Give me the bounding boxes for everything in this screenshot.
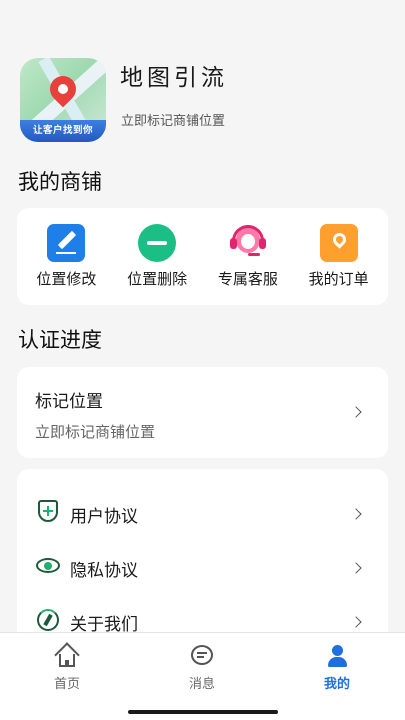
mark-location-subtitle: 立即标记商铺位置 — [35, 423, 156, 441]
edit-location-button[interactable]: 位置修改 — [23, 208, 109, 305]
tab-home[interactable]: 首页 — [32, 642, 102, 692]
user-agreement-row[interactable]: 用户协议 — [17, 469, 388, 527]
user-icon — [325, 645, 349, 667]
chevron-right-icon — [350, 406, 362, 418]
tab-me[interactable]: 我的 — [302, 645, 372, 692]
app-logo: 让客户找到你 — [20, 58, 106, 142]
certification-section-title: 认证进度 — [18, 328, 102, 352]
about-us-row[interactable]: 关于我们 — [17, 577, 388, 635]
delete-location-button[interactable]: 位置删除 — [114, 208, 200, 305]
my-orders-button[interactable]: 我的订单 — [296, 208, 382, 305]
settings-list: 用户协议 隐私协议 关于我们 — [17, 469, 388, 649]
mark-location-row[interactable]: 标记位置 立即标记商铺位置 — [17, 367, 388, 458]
compass-icon — [36, 608, 60, 632]
shop-section-title: 我的商铺 — [18, 170, 102, 194]
home-indicator — [128, 710, 278, 714]
customer-service-label: 专属客服 — [217, 270, 278, 288]
chevron-right-icon — [350, 616, 362, 628]
edit-location-label: 位置修改 — [36, 270, 97, 288]
my-orders-label: 我的订单 — [308, 270, 369, 288]
app-subtitle: 立即标记商铺位置 — [121, 114, 226, 129]
delete-location-label: 位置删除 — [127, 270, 188, 288]
customer-service-button[interactable]: 专属客服 — [205, 208, 291, 305]
bottom-tab-bar: 首页 消息 我的 — [0, 632, 405, 720]
mark-location-title: 标记位置 — [35, 392, 103, 412]
message-icon — [190, 645, 214, 667]
home-icon — [54, 642, 80, 668]
edit-icon — [47, 224, 86, 262]
chevron-right-icon — [350, 562, 362, 574]
chevron-right-icon — [350, 508, 362, 520]
privacy-policy-row[interactable]: 隐私协议 — [17, 523, 388, 581]
tab-messages-label: 消息 — [188, 677, 215, 692]
customer-service-icon — [229, 224, 267, 262]
shield-plus-icon — [36, 500, 60, 524]
tab-messages[interactable]: 消息 — [167, 645, 237, 692]
tab-me-label: 我的 — [323, 677, 350, 692]
app-name: 地图引流 — [120, 65, 228, 91]
tab-home-label: 首页 — [53, 677, 80, 692]
shop-actions-card: 位置修改 位置删除 专属客服 我的订单 — [17, 208, 388, 305]
logo-banner: 让客户找到你 — [20, 120, 106, 142]
location-pin-icon — [319, 224, 358, 262]
eye-icon — [36, 554, 60, 578]
profile-header: 让客户找到你 地图引流 立即标记商铺位置 — [20, 58, 390, 144]
minus-circle-icon — [138, 224, 177, 262]
